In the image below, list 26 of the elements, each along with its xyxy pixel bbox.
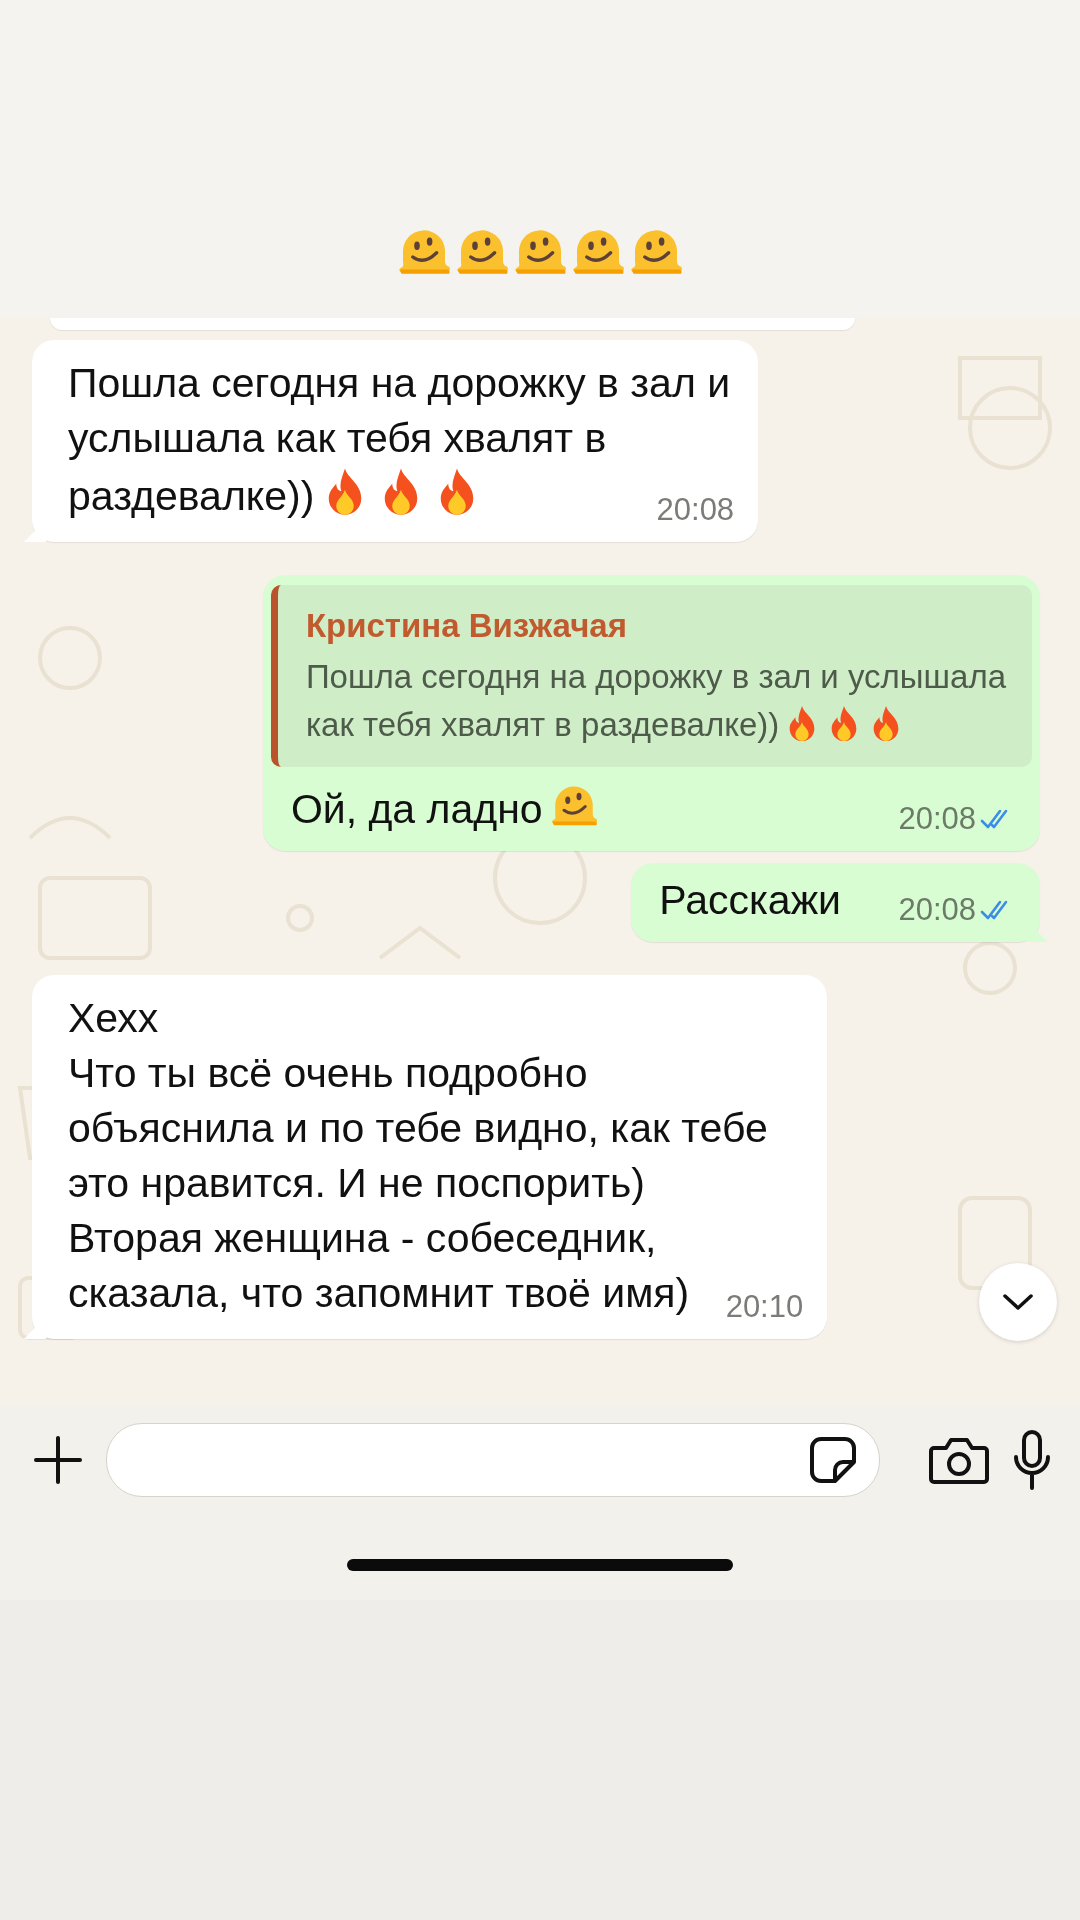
message-time: 20:08 [656, 492, 735, 528]
message-text: объяснила и по тебе видно, как тебе [68, 1104, 769, 1153]
microphone-icon [1012, 1429, 1052, 1491]
message-time: 20:10 [725, 1289, 804, 1325]
message-text: Ой, да ладно [290, 786, 543, 832]
message-time: 20:08 [898, 801, 976, 837]
message-text: Расскажи [659, 877, 841, 923]
quote-author: Кристина Визжачая [305, 606, 628, 646]
message-text: Пошла сегодня на дорожку в зал и [68, 359, 731, 408]
add-button[interactable] [32, 1434, 84, 1486]
message-text: это нравится. И не поспорить) [68, 1159, 646, 1208]
message-time: 20:08 [898, 892, 976, 928]
message-text: сказала, что запомнит твоё имя) [68, 1270, 690, 1316]
quote-text: Пошла сегодня на дорожку в зал и услышала [305, 657, 1006, 697]
microphone-button[interactable] [1012, 1429, 1052, 1491]
chevron-down-icon [1001, 1292, 1035, 1312]
message-text: услышала как тебя хвалят в [68, 414, 608, 463]
sticker-icon [807, 1434, 859, 1486]
scroll-down-button[interactable] [979, 1263, 1057, 1341]
plus-icon [32, 1434, 84, 1486]
quote-text: как тебя хвалят в раздевалке)) [305, 706, 780, 743]
message-text: раздевалке)) [68, 473, 315, 519]
message-text: Хехх [68, 994, 160, 1043]
quoted-message[interactable]: Кристина Визжачая Пошла сегодня на дорожку в зал и услышала как тебя хвалят в раздевалке)) [270, 585, 1032, 767]
message-text: Что ты всё очень подробно [68, 1049, 589, 1098]
message-text: Вторая женщина - собеседник, [68, 1214, 658, 1263]
